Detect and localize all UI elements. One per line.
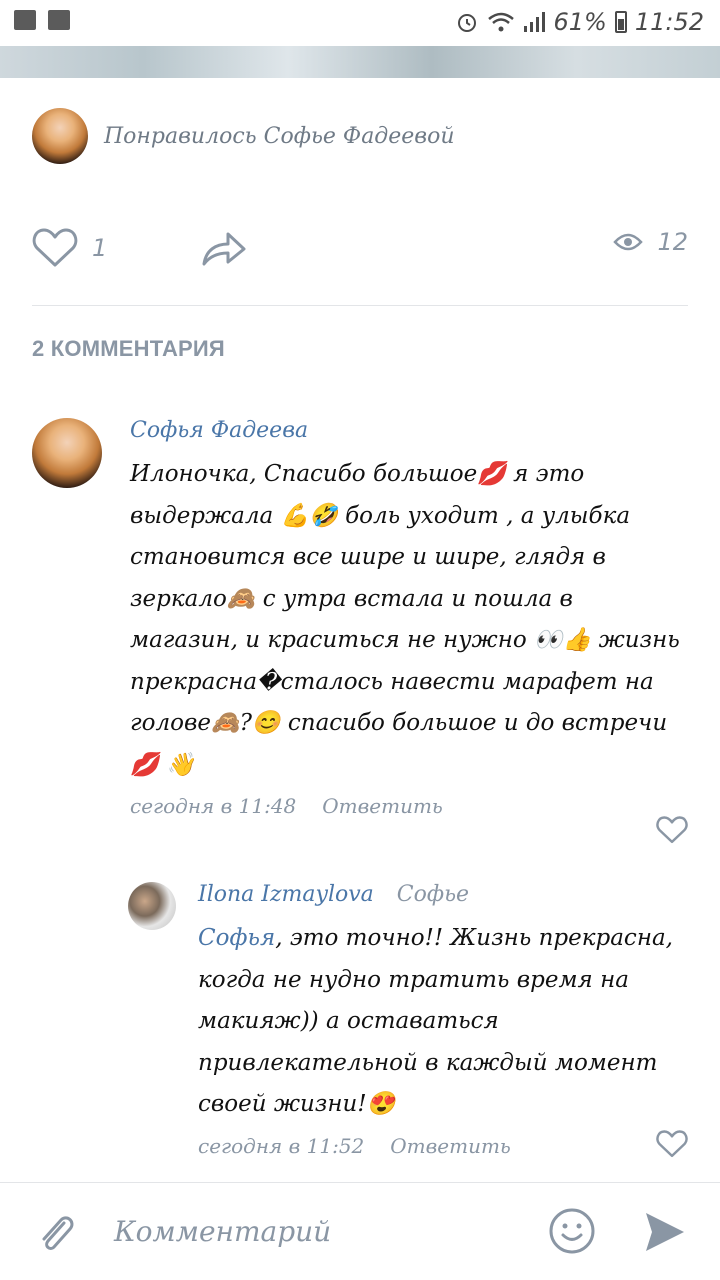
comment-author[interactable]: Ilona Izmaylova — [198, 882, 374, 907]
battery-percent: 61% — [553, 8, 607, 36]
eye-icon — [613, 233, 644, 251]
comment-text: Софья, это точно!! Жизнь прекрасна, когд… — [198, 918, 688, 1126]
reply-button[interactable]: Ответить — [390, 1134, 511, 1158]
liked-by-row[interactable]: Понравилось Софье Фадеевой — [32, 108, 455, 164]
emoji-icon[interactable] — [548, 1207, 596, 1255]
like-button[interactable]: 1 — [32, 228, 107, 268]
comment-text: Илоночка, Спасибо большое💋 я это выдержа… — [130, 461, 680, 778]
comment-time: сегодня в 11:48 — [130, 794, 297, 818]
views-counter: 12 — [613, 228, 688, 256]
comment-composer: Комментарий — [0, 1182, 720, 1280]
heart-icon — [32, 228, 78, 267]
comment-time: сегодня в 11:52 — [198, 1133, 365, 1158]
avatar[interactable] — [128, 882, 176, 930]
heart-icon[interactable] — [656, 816, 688, 844]
reply-to-label[interactable]: Софье — [397, 882, 469, 907]
heart-icon[interactable] — [656, 1130, 688, 1158]
signal-icon — [524, 12, 546, 32]
post-actions: 1 12 — [32, 228, 688, 272]
mention-link[interactable]: Софья — [198, 925, 275, 951]
divider — [32, 305, 688, 306]
folder-notification-icon — [48, 10, 70, 30]
share-button[interactable] — [200, 228, 248, 268]
liked-by-text: Понравилось Софье Фадеевой — [104, 123, 455, 149]
avatar — [32, 108, 88, 164]
comment-text-body: , это точно!! Жизнь прекрасна, когда не … — [198, 925, 673, 1117]
alarm-icon — [458, 14, 477, 32]
reply-button[interactable]: Ответить — [322, 794, 443, 818]
view-count: 12 — [657, 228, 688, 256]
post-image-strip[interactable] — [0, 46, 720, 78]
avatar[interactable] — [32, 418, 102, 488]
send-icon[interactable] — [642, 1209, 688, 1255]
paperclip-icon[interactable] — [34, 1211, 80, 1257]
image-notification-icon — [14, 10, 36, 30]
status-bar: 61% 11:52 — [0, 0, 720, 44]
wifi-icon — [488, 12, 515, 32]
like-count: 1 — [92, 234, 108, 262]
share-icon — [202, 232, 246, 266]
comment-author[interactable]: Софья Фадеева — [130, 418, 688, 454]
clock: 11:52 — [634, 8, 704, 36]
comment-input[interactable]: Комментарий — [114, 1215, 331, 1248]
comments-count-title: 2 КОММЕНТАРИЯ — [32, 336, 225, 361]
battery-icon — [614, 11, 627, 33]
